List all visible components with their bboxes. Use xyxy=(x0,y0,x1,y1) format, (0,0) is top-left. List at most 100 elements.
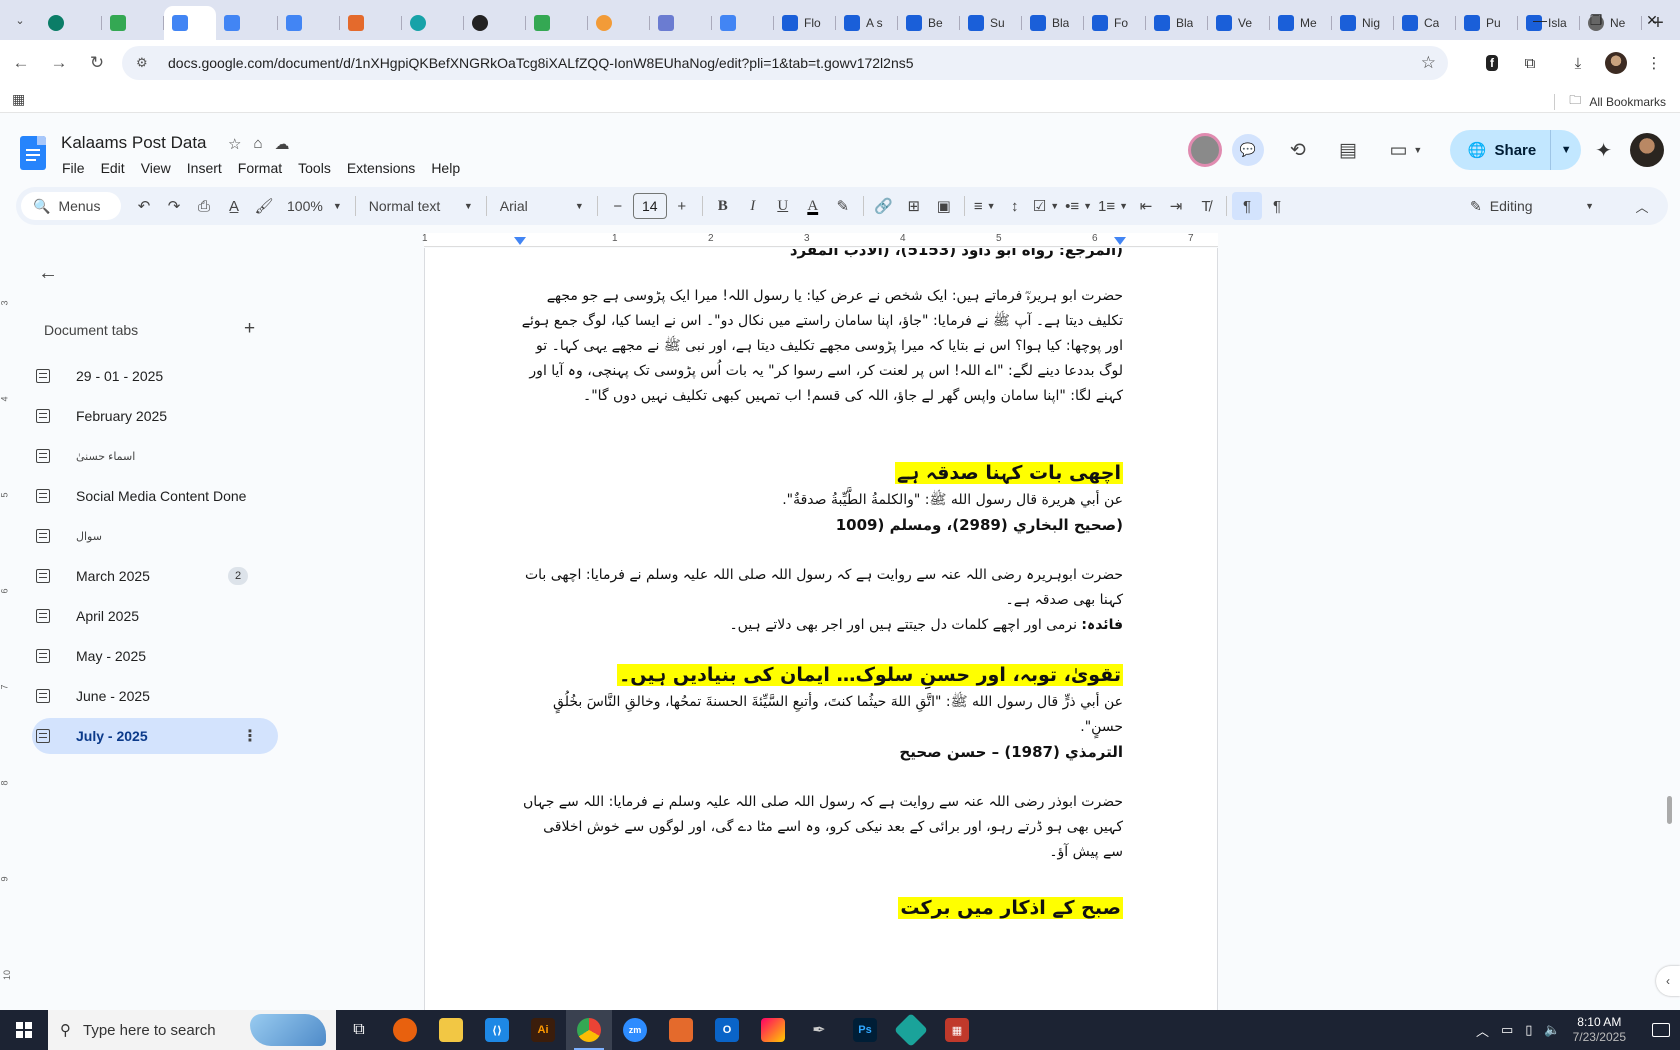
network-icon[interactable]: ▭ xyxy=(1501,1022,1513,1038)
minimize-button[interactable]: — xyxy=(1512,0,1568,40)
rtl-direction-button[interactable]: ¶ xyxy=(1232,192,1263,220)
chrome-menu-icon[interactable]: ⋮ xyxy=(1638,47,1670,79)
clock[interactable]: 8:10 AM 7/23/2025 xyxy=(1573,1015,1626,1045)
right-indent-marker[interactable] xyxy=(1114,237,1126,245)
zoom-icon[interactable]: zm xyxy=(612,1010,658,1050)
site-info-icon[interactable]: ⚙ xyxy=(136,55,156,71)
photos-icon[interactable] xyxy=(750,1010,796,1050)
checklist-dropdown[interactable]: ☑ ▼ xyxy=(1030,192,1062,220)
decrease-indent-button[interactable]: ⇤ xyxy=(1131,192,1161,220)
insert-link-button[interactable]: 🔗 xyxy=(869,192,899,220)
menu-insert[interactable]: Insert xyxy=(180,158,229,178)
document-tab[interactable]: اسماء حسنیٰ xyxy=(32,438,278,474)
profile-avatar[interactable] xyxy=(1600,47,1632,79)
browser-tab[interactable]: Flo xyxy=(774,6,836,40)
collaborator-chat-icon[interactable]: 💬 xyxy=(1231,134,1264,166)
browser-tab[interactable]: Pu xyxy=(1456,6,1518,40)
browser-tab[interactable] xyxy=(588,6,650,40)
share-button[interactable]: 🌐 Share xyxy=(1450,130,1552,170)
version-history-icon[interactable]: ⟲ xyxy=(1278,130,1318,170)
outlook-icon[interactable]: O xyxy=(704,1010,750,1050)
grid-app-icon[interactable]: ▦ xyxy=(934,1010,980,1050)
browser-tab[interactable]: Su xyxy=(960,6,1022,40)
tab-search-chevron-icon[interactable]: ⌄ xyxy=(0,0,40,40)
browser-tab[interactable] xyxy=(650,6,712,40)
vpn-app-icon[interactable] xyxy=(888,1010,934,1050)
restore-button[interactable]: ❐ xyxy=(1568,0,1624,40)
browser-tab[interactable] xyxy=(102,6,164,40)
downloads-icon[interactable]: ⤓ xyxy=(1562,47,1594,79)
browser-tab[interactable] xyxy=(402,6,464,40)
text-color-button[interactable]: A xyxy=(798,192,828,220)
illustrator-icon[interactable]: Ai xyxy=(520,1010,566,1050)
underline-button[interactable]: U xyxy=(768,192,798,220)
browser-tab[interactable]: Ca xyxy=(1394,6,1456,40)
url-text[interactable]: docs.google.com/document/d/1nXHgpiQKBefX… xyxy=(168,55,914,71)
browser-tab[interactable]: Bla xyxy=(1146,6,1208,40)
account-avatar[interactable] xyxy=(1630,133,1664,167)
taskbar-search[interactable]: ⚲ Type here to search xyxy=(48,1010,336,1050)
gemini-icon[interactable]: ✦ xyxy=(1595,138,1612,163)
increase-font-size-button[interactable]: + xyxy=(667,192,697,220)
pen-tool-icon[interactable]: ✒ xyxy=(796,1010,842,1050)
orange-app-icon[interactable] xyxy=(658,1010,704,1050)
document-tab[interactable]: February 2025 xyxy=(32,398,278,434)
browser-tab[interactable]: Nig xyxy=(1332,6,1394,40)
close-window-button[interactable]: ✕ xyxy=(1624,0,1680,40)
hide-menus-chevron-icon[interactable]: ︿ xyxy=(1626,197,1658,216)
move-to-folder-icon[interactable]: ⌂ xyxy=(253,135,262,153)
add-tab-button[interactable]: + xyxy=(244,318,255,340)
forward-button[interactable]: → xyxy=(42,46,76,80)
print-button[interactable]: ⎙ xyxy=(189,192,219,220)
browser-tab[interactable] xyxy=(278,6,340,40)
browser-tab[interactable]: Ve xyxy=(1208,6,1270,40)
tab-options-icon[interactable]: ⋮ xyxy=(242,726,258,746)
file-explorer-icon[interactable] xyxy=(428,1010,474,1050)
omnibox[interactable]: ⚙ docs.google.com/document/d/1nXHgpiQKBe… xyxy=(122,46,1448,80)
document-tab[interactable]: Social Media Content Done xyxy=(32,478,278,514)
tray-overflow-icon[interactable]: ︿ xyxy=(1476,1021,1489,1040)
document-tab[interactable]: سوال xyxy=(32,518,278,554)
add-comment-button[interactable]: ⊞ xyxy=(899,192,929,220)
start-button[interactable] xyxy=(0,1010,48,1050)
comments-icon[interactable]: ▤ xyxy=(1328,130,1368,170)
decrease-font-size-button[interactable]: − xyxy=(603,192,633,220)
highlight-color-button[interactable]: ✎ xyxy=(828,192,858,220)
increase-indent-button[interactable]: ⇥ xyxy=(1161,192,1191,220)
browser-tab[interactable] xyxy=(464,6,526,40)
document-title[interactable]: Kalaams Post Data xyxy=(61,133,207,153)
menu-format[interactable]: Format xyxy=(231,158,289,178)
browser-tab[interactable] xyxy=(40,6,102,40)
battery-icon[interactable]: ▯ xyxy=(1525,1022,1532,1038)
style-dropdown[interactable]: Normal text ▼ xyxy=(361,192,481,220)
firefox-icon[interactable] xyxy=(382,1010,428,1050)
menu-tools[interactable]: Tools xyxy=(291,158,338,178)
share-dropdown-button[interactable]: ▼ xyxy=(1551,144,1581,156)
photoshop-icon[interactable]: Ps xyxy=(842,1010,888,1050)
browser-tab[interactable]: A s xyxy=(836,6,898,40)
horizontal-ruler[interactable]: 1 1 2 3 4 5 6 7 xyxy=(422,233,1218,247)
italic-button[interactable]: I xyxy=(738,192,768,220)
undo-button[interactable]: ↶ xyxy=(129,192,159,220)
back-arrow-icon[interactable]: ← xyxy=(38,262,58,285)
menu-file[interactable]: File xyxy=(55,158,92,178)
back-button[interactable]: ← xyxy=(4,46,38,80)
task-view-icon[interactable]: ⧉ xyxy=(336,1010,382,1050)
collaborator-avatar[interactable] xyxy=(1187,133,1222,167)
menu-edit[interactable]: Edit xyxy=(94,158,132,178)
browser-tab[interactable] xyxy=(340,6,402,40)
document-tab[interactable]: March 2025 2 xyxy=(32,558,278,594)
browser-tab[interactable]: Me xyxy=(1270,6,1332,40)
browser-tab[interactable] xyxy=(526,6,588,40)
left-indent-marker[interactable] xyxy=(514,237,526,245)
clear-formatting-button[interactable]: T̸ xyxy=(1191,192,1221,220)
reload-button[interactable]: ↻ xyxy=(80,46,114,80)
fonts-extension-icon[interactable]: f xyxy=(1476,47,1508,79)
browser-tab[interactable] xyxy=(216,6,278,40)
browser-tab[interactable] xyxy=(164,6,216,40)
document-tab[interactable]: April 2025 xyxy=(32,598,278,634)
editing-mode-dropdown[interactable]: ✎ Editing ▼ xyxy=(1458,190,1606,222)
notifications-icon[interactable] xyxy=(1652,1023,1670,1037)
bold-button[interactable]: B xyxy=(708,192,738,220)
browser-tab[interactable]: Fo xyxy=(1084,6,1146,40)
